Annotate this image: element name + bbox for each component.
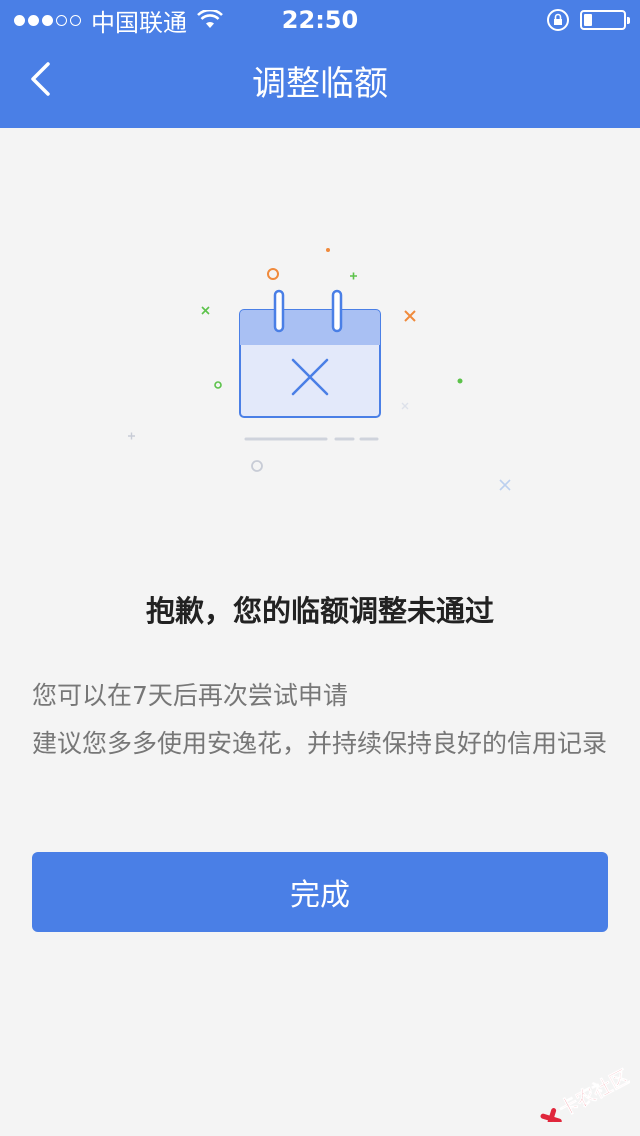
svg-text:卡农社区: 卡农社区 <box>555 1065 630 1121</box>
page-title: 调整临额 <box>252 64 388 104</box>
battery-icon <box>580 10 630 30</box>
done-button[interactable]: 完成 <box>32 852 608 932</box>
signal-strength-icon <box>14 14 81 26</box>
retry-hint: 您可以在7天后再次尝试申请 <box>32 681 348 710</box>
status-bar-left: 中国联通 <box>14 3 223 38</box>
rotation-lock-icon <box>547 9 569 31</box>
status-bar: 中国联通 22:50 <box>0 0 640 40</box>
calendar-reject-icon <box>128 248 511 491</box>
credit-advice: 建议您多多使用安逸花，并持续保持良好的信用记录 <box>32 729 608 758</box>
watermark-logo: 卡农社区 <box>540 1065 630 1122</box>
battery-level <box>584 14 593 26</box>
result-description: 您可以在7天后再次尝试申请 建议您多多使用安逸花，并持续保持良好的信用记录 <box>32 672 608 768</box>
nav-bar: 调整临额 <box>0 40 640 128</box>
status-bar-right <box>546 8 630 32</box>
result-title: 抱歉，您的临额调整未通过 <box>145 594 494 628</box>
carrier-label: 中国联通 <box>91 8 187 37</box>
wifi-icon <box>197 10 223 28</box>
